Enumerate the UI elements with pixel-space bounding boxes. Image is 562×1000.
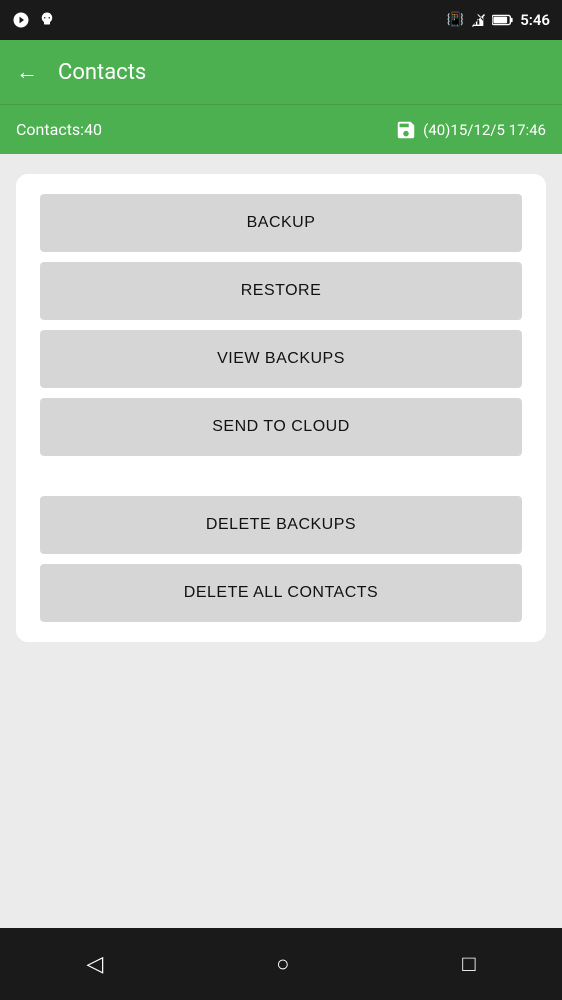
restore-button[interactable]: RESTORE — [40, 262, 522, 320]
rocket-icon — [12, 11, 30, 29]
status-bar: 📳 5:46 — [0, 0, 562, 40]
backup-info: (40)15/12/5 17:46 — [395, 119, 546, 141]
page-title: Contacts — [58, 60, 146, 85]
back-button[interactable]: ← — [16, 59, 38, 85]
backup-button[interactable]: BACKUP — [40, 194, 522, 252]
battery-icon — [492, 13, 514, 27]
status-bar-left — [12, 11, 56, 29]
sub-header: Contacts:40 (40)15/12/5 17:46 — [0, 104, 562, 154]
clock: 5:46 — [520, 11, 550, 29]
nav-recent-button[interactable]: □ — [452, 941, 485, 987]
status-bar-right: 📳 5:46 — [447, 11, 550, 29]
save-icon — [395, 119, 417, 141]
nav-back-button[interactable]: ◁ — [76, 942, 113, 987]
nav-home-button[interactable]: ○ — [266, 941, 299, 987]
actions-card: BACKUP RESTORE VIEW BACKUPS SEND TO CLOU… — [16, 174, 546, 642]
spacer — [40, 466, 522, 486]
vibrate-icon: 📳 — [447, 12, 464, 28]
signal-blocked-icon — [470, 12, 486, 28]
view-backups-button[interactable]: VIEW BACKUPS — [40, 330, 522, 388]
delete-all-contacts-button[interactable]: DELETE ALL CONTACTS — [40, 564, 522, 622]
backup-timestamp: (40)15/12/5 17:46 — [423, 121, 546, 139]
main-content: BACKUP RESTORE VIEW BACKUPS SEND TO CLOU… — [0, 154, 562, 928]
contacts-count: Contacts:40 — [16, 120, 102, 139]
delete-backups-button[interactable]: DELETE BACKUPS — [40, 496, 522, 554]
alien-icon — [38, 11, 56, 29]
toolbar: ← Contacts — [0, 40, 562, 104]
nav-bar: ◁ ○ □ — [0, 928, 562, 1000]
send-to-cloud-button[interactable]: SEND TO CLOUD — [40, 398, 522, 456]
